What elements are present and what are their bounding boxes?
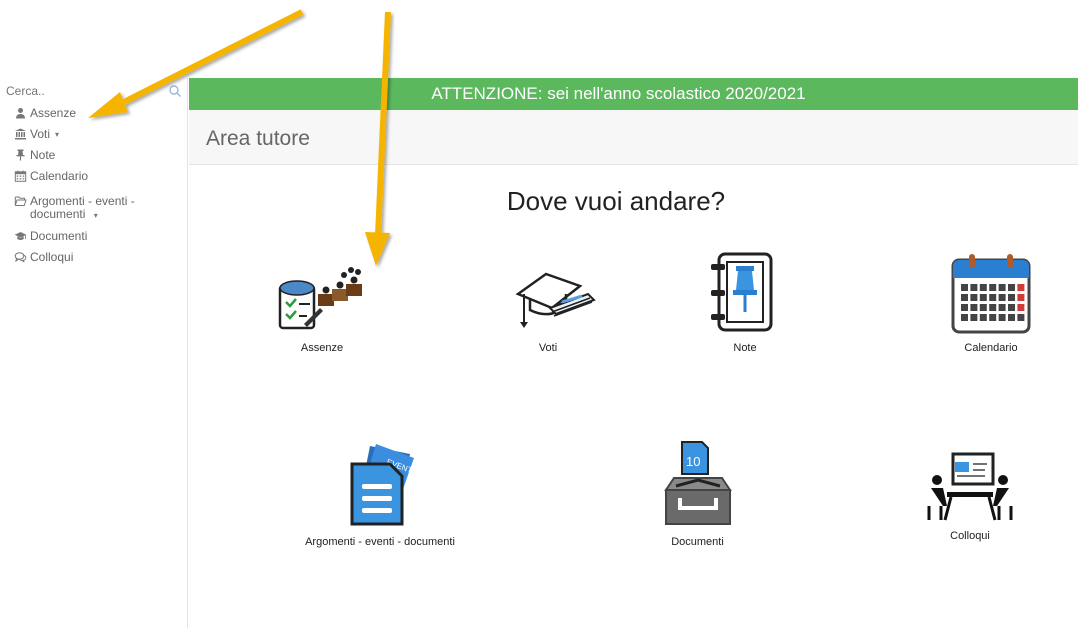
graduation-cap-diploma-icon [515, 272, 596, 328]
chevron-down-icon: ▾ [55, 130, 60, 139]
tile-label: Voti [538, 342, 558, 354]
sidebar-item-calendario[interactable]: Calendario [0, 166, 187, 187]
sidebar-item-colloqui[interactable]: Colloqui [0, 247, 187, 268]
tile-voti[interactable]: Voti [478, 264, 618, 354]
page-title: Area tutore [206, 127, 310, 150]
sidebar-menu: Assenze Voti ▾ Note Calendario Argomenti… [0, 102, 187, 268]
chevron-down-icon: ▾ [93, 211, 98, 220]
page: Assenze Voti ▾ Note [0, 0, 1078, 628]
sidebar-item-documenti[interactable]: Documenti [0, 226, 187, 247]
user-icon [16, 108, 25, 119]
attendance-register-icon [278, 267, 362, 330]
bank-icon [15, 128, 26, 140]
calendar-icon [951, 254, 1031, 334]
sidebar-item-label: Assenze [30, 106, 77, 120]
tile-calendario[interactable]: Calendario [936, 252, 1046, 354]
notebook-pin-icon [711, 252, 773, 332]
document-event-icon: EVENT [350, 444, 414, 526]
sidebar-item-label: Argomenti - eventi - documenti ▾ [30, 194, 135, 221]
sidebar-item-voti[interactable]: Voti ▾ [0, 124, 187, 145]
tile-documenti[interactable]: 10 Documenti [650, 440, 745, 548]
sidebar-item-label: Documenti [30, 229, 88, 243]
tile-argomenti[interactable]: EVENT Argomenti - eventi - documenti [290, 442, 470, 548]
graduation-cap-icon [14, 232, 27, 240]
search-input[interactable] [6, 80, 182, 102]
folder-open-icon [14, 196, 27, 206]
calendar-icon [14, 170, 27, 182]
tile-label: Assenze [300, 342, 344, 354]
sidebar-item-argomenti[interactable]: Argomenti - eventi - documenti ▾ [0, 187, 187, 226]
comments-icon [14, 252, 27, 263]
sidebar: Assenze Voti ▾ Note [0, 78, 188, 628]
tile-label: Calendario [964, 342, 1018, 354]
sidebar-item-label: Note [30, 148, 56, 162]
search-icon[interactable] [168, 84, 182, 98]
tile-label: Colloqui [950, 530, 990, 542]
tile-note[interactable]: Note [700, 252, 790, 354]
meeting-icon [927, 452, 1013, 521]
banner-text: ATTENZIONE: sei nell'anno scolastico 202… [431, 84, 806, 103]
page-header: Area tutore [189, 110, 1078, 165]
sidebar-item-assenze[interactable]: Assenze [0, 102, 187, 124]
school-year-banner: ATTENZIONE: sei nell'anno scolastico 202… [189, 78, 1078, 110]
tile-label: Note [733, 342, 757, 354]
svg-text:10: 10 [686, 454, 700, 469]
sidebar-item-note[interactable]: Note [0, 145, 187, 166]
pin-icon [16, 149, 25, 161]
tile-colloqui[interactable]: Colloqui [920, 450, 1020, 542]
search-box [6, 80, 182, 102]
main-heading: Dove vuoi andare? [506, 186, 726, 216]
tile-assenze[interactable]: Assenze [262, 264, 382, 354]
sidebar-item-label: Calendario [30, 169, 89, 183]
tile-label: Argomenti - eventi - documenti [305, 536, 455, 548]
archive-box-icon: 10 [663, 441, 732, 525]
sidebar-item-label: Voti [30, 127, 51, 141]
tile-label: Documenti [671, 536, 724, 548]
sidebar-item-label: Colloqui [30, 250, 74, 264]
